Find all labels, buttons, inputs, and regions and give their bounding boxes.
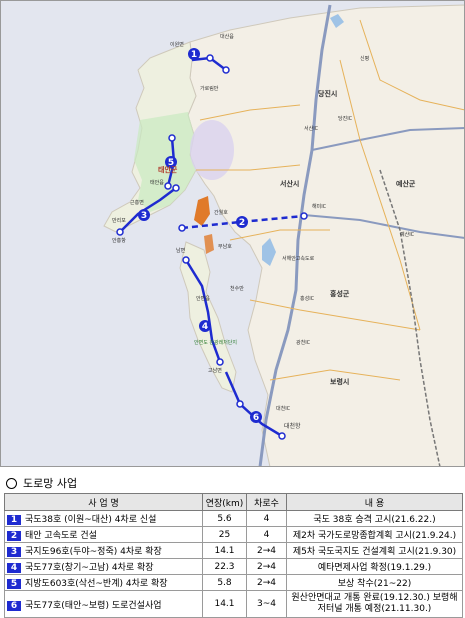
project-number: 2 [7,531,21,541]
svg-text:안면도 관광레저단지: 안면도 관광레저단지 [194,339,237,346]
project-name: 국지도96호(두야~정죽) 4차로 확장 [25,547,162,557]
svg-text:근흥면: 근흥면 [130,199,144,206]
project-name: 국도77호(창기~고남) 4차로 확장 [25,563,154,573]
lanes-cell: 2→4 [246,558,287,575]
table-row: 6 국도77호(태안~보령) 도로건설사업 14.1 3~4 원산안면대교 개통 … [4,590,463,618]
length-cell: 25 [202,526,247,543]
project-number: 3 [7,547,21,557]
svg-text:보령시: 보령시 [330,377,349,386]
svg-text:예산군: 예산군 [396,179,416,188]
svg-text:해미IC: 해미IC [312,203,327,210]
length-cell: 14.1 [202,542,247,559]
project-name-cell: 6 국도77호(태안~보령) 도로건설사업 [4,590,203,618]
svg-text:부남호: 부남호 [218,243,232,250]
road-project-table: 사 업 명 연장(km) 차로수 내 용 1 국도38호 (이원~대산) 4차로 … [4,493,463,618]
project-name-cell: 4 국도77호(창기~고남) 4차로 확장 [4,558,203,575]
svg-text:안흥항: 안흥항 [112,237,126,244]
table-row: 5 지방도603호(삭선~반계) 4차로 확장 5.8 2→4 보상 착수(21~… [4,574,463,591]
svg-text:대천IC: 대천IC [276,405,291,412]
project-name-cell: 3 국지도96호(두야~정죽) 4차로 확장 [4,542,203,559]
lanes-cell: 2→4 [246,574,287,591]
svg-text:예산IC: 예산IC [400,231,415,238]
svg-text:가로림만: 가로림만 [200,85,219,92]
cheonsu-bay-area [190,120,234,180]
project-number: 5 [7,579,21,589]
svg-text:서해안고속도로: 서해안고속도로 [282,255,315,262]
content-cell: 제2차 국가도로망종합계획 고시(21.9.24.) [286,526,463,543]
regional-map: 1 2 3 4 5 6 태안군 서산시 당진시 예산군 홍성군 보령시 대천항 … [0,0,465,467]
svg-text:6: 6 [253,413,259,423]
svg-text:신평: 신평 [360,55,369,62]
circle-bullet-icon [6,477,17,489]
project-name-cell: 5 지방도603호(삭선~반계) 4차로 확장 [4,574,203,591]
content-cell: 제5차 국도국지도 건설계획 고시(21.9.30) [286,542,463,559]
svg-text:안면읍: 안면읍 [196,295,210,302]
svg-text:천수만: 천수만 [230,285,244,292]
header-content: 내 용 [286,493,463,511]
table-row: 4 국도77호(창기~고남) 4차로 확장 22.3 2→4 예타면제사업 확정(… [4,558,463,575]
svg-text:서산IC: 서산IC [304,125,319,132]
length-cell: 22.3 [202,558,247,575]
project-name-cell: 1 국도38호 (이원~대산) 4차로 신설 [4,510,203,527]
header-lanes: 차로수 [246,493,287,511]
svg-text:3: 3 [141,211,147,221]
content-cell: 보상 착수(21~22) [286,574,463,591]
project-name-cell: 2 태안 고속도로 건설 [4,526,203,543]
svg-text:서산시: 서산시 [280,179,299,188]
svg-text:대산읍: 대산읍 [220,33,234,40]
length-cell: 14.1 [202,590,247,618]
svg-text:남면: 남면 [176,247,186,254]
lanes-cell: 4 [246,526,287,543]
table-row: 1 국도38호 (이원~대산) 4차로 신설 5.6 4 국도 38호 승격 고시… [4,510,463,527]
caption-text: 도로망 사업 [23,477,78,490]
svg-text:만리포: 만리포 [112,217,126,224]
svg-text:태안군: 태안군 [158,165,178,174]
length-cell: 5.6 [202,510,247,527]
section-caption: 도로망 사업 [6,474,77,492]
svg-text:당진시: 당진시 [318,89,337,98]
project-name: 태안 고속도로 건설 [25,531,97,541]
svg-text:4: 4 [202,322,208,332]
svg-text:1: 1 [191,50,197,60]
svg-text:2: 2 [239,218,245,228]
svg-text:홍성군: 홍성군 [330,289,350,298]
header-length: 연장(km) [202,493,247,511]
svg-text:이원면: 이원면 [170,41,184,48]
svg-text:광천IC: 광천IC [296,339,311,346]
lanes-cell: 4 [246,510,287,527]
table-header-row: 사 업 명 연장(km) 차로수 내 용 [4,493,463,511]
svg-text:대천항: 대천항 [284,422,301,430]
content-cell: 원산안면대교 개통 완료(19.12.30.) 보령해저터널 개통 예정(21.… [286,590,463,618]
svg-text:태안읍: 태안읍 [150,179,164,186]
svg-text:당진IC: 당진IC [338,115,353,122]
length-cell: 5.8 [202,574,247,591]
svg-text:간월호: 간월호 [214,209,228,216]
header-project-name: 사 업 명 [4,493,203,511]
project-number: 4 [7,563,21,573]
lanes-cell: 2→4 [246,542,287,559]
lanes-cell: 3~4 [246,590,287,618]
svg-text:고남면: 고남면 [208,367,222,374]
table-row: 2 태안 고속도로 건설 25 4 제2차 국가도로망종합계획 고시(21.9.2… [4,526,463,543]
content-cell: 예타면제사업 확정(19.1.29.) [286,558,463,575]
project-number: 1 [7,515,21,525]
project-name: 지방도603호(삭선~반계) 4차로 확장 [25,579,168,589]
content-cell: 국도 38호 승격 고시(21.6.22.) [286,510,463,527]
project-name: 국도77호(태안~보령) 도로건설사업 [25,600,162,611]
svg-text:홍성IC: 홍성IC [300,295,315,302]
project-name: 국도38호 (이원~대산) 4차로 신설 [25,515,157,525]
project-number: 6 [7,600,21,611]
table-row: 3 국지도96호(두야~정죽) 4차로 확장 14.1 2→4 제5차 국도국지도… [4,542,463,559]
